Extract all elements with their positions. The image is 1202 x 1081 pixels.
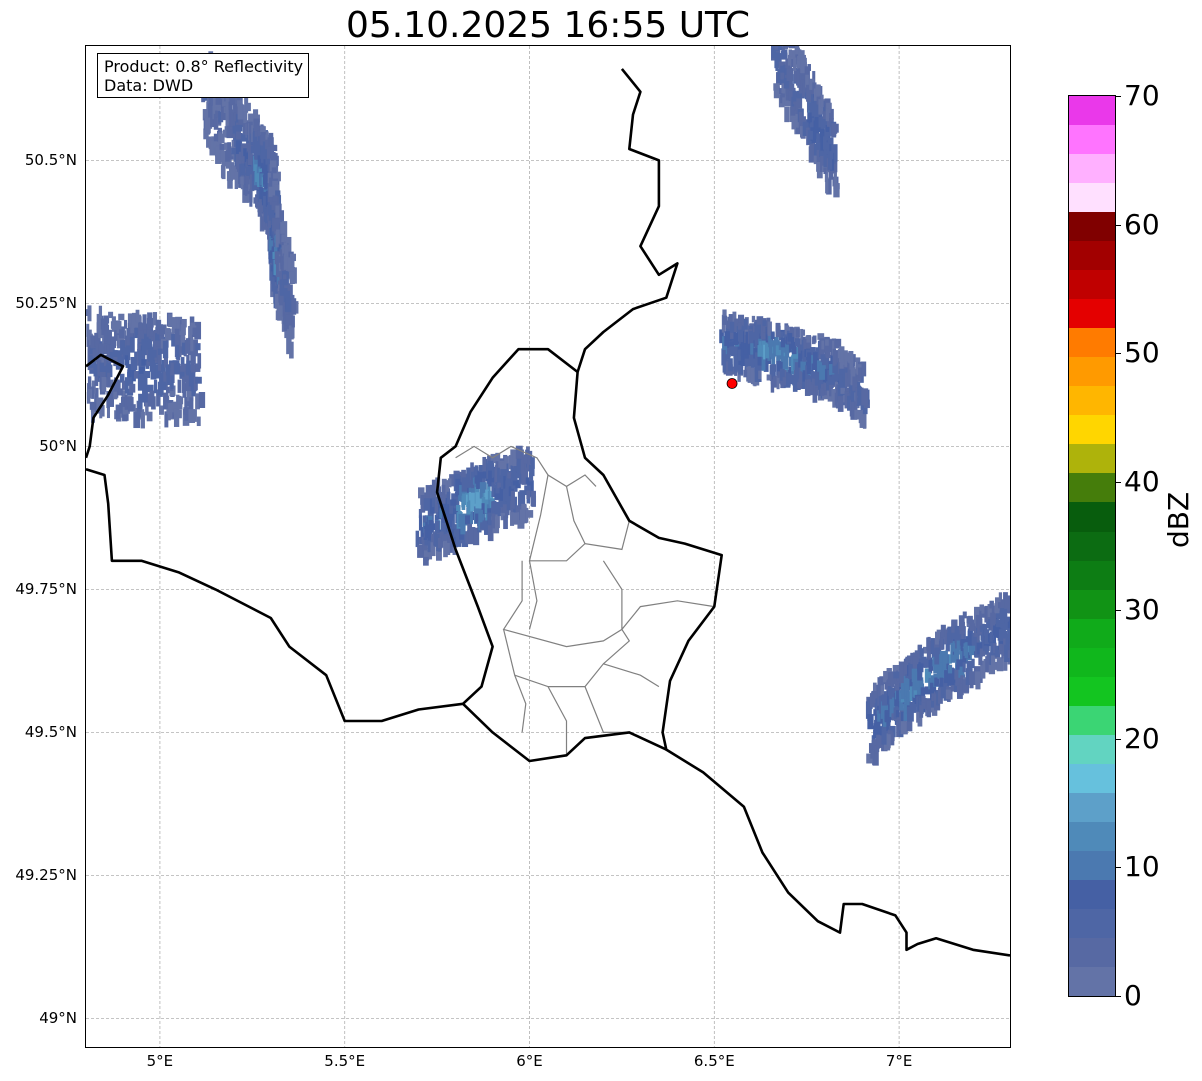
colorbar-segment-2 bbox=[1069, 908, 1115, 938]
colorbar-tick-mark-5 bbox=[1115, 353, 1121, 355]
colorbar-segment-1 bbox=[1069, 937, 1115, 967]
colorbar-segment-16 bbox=[1069, 502, 1115, 532]
colorbar-tick-label-5: 50 bbox=[1124, 336, 1160, 370]
colorbar-segment-28 bbox=[1069, 154, 1115, 184]
colorbar-tick-mark-6 bbox=[1115, 224, 1121, 226]
colorbar-segment-3 bbox=[1069, 879, 1115, 909]
echo-cell-4 bbox=[865, 592, 1010, 766]
colorbar-tick-label-0: 0 bbox=[1124, 979, 1142, 1012]
canton-boundary-10 bbox=[603, 629, 631, 665]
colorbar-segment-9 bbox=[1069, 705, 1115, 735]
echo-cell-3 bbox=[719, 309, 870, 429]
colorbar-segment-12 bbox=[1069, 618, 1115, 648]
colorbar-segment-0 bbox=[1069, 966, 1115, 996]
lat-tick-label-3: 49.75°N bbox=[15, 580, 77, 599]
radar-site-layer bbox=[726, 378, 738, 389]
colorbar-tick-label-3: 30 bbox=[1124, 593, 1160, 627]
lat-tick-label-5: 49.25°N bbox=[15, 866, 77, 885]
lat-tick-label-6: 49°N bbox=[39, 1009, 77, 1028]
radar-map[interactable] bbox=[85, 45, 1011, 1048]
map-title: 05.10.2025 16:55 UTC bbox=[345, 5, 751, 46]
colorbar-label: dBZ bbox=[1162, 491, 1195, 548]
colorbar-tick-label-1: 10 bbox=[1124, 850, 1160, 884]
colorbar-segment-5 bbox=[1069, 821, 1115, 851]
colorbar-segment-14 bbox=[1069, 560, 1115, 590]
colorbar-segment-10 bbox=[1069, 676, 1115, 706]
gridlines bbox=[86, 46, 1010, 1047]
echo-cell-2 bbox=[415, 445, 537, 566]
colorbar-tick-label-7: 70 bbox=[1124, 79, 1160, 112]
colorbar-segment-19 bbox=[1069, 415, 1115, 445]
lat-tick-label-1: 50.25°N bbox=[15, 294, 77, 313]
lon-tick-label-3: 6.5°E bbox=[693, 1052, 735, 1070]
colorbar-segment-26 bbox=[1069, 212, 1115, 242]
lon-tick-label-2: 6°E bbox=[516, 1052, 543, 1070]
colorbar-segment-25 bbox=[1069, 241, 1115, 271]
colorbar-segment-18 bbox=[1069, 444, 1115, 474]
colorbar-segment-22 bbox=[1069, 328, 1115, 358]
colorbar-segment-23 bbox=[1069, 299, 1115, 329]
radar-map-canvas bbox=[86, 46, 1010, 1047]
colorbar-segment-15 bbox=[1069, 531, 1115, 561]
canton-boundary-2 bbox=[565, 486, 586, 544]
canton-boundary-1 bbox=[528, 474, 630, 562]
echo-cell-5 bbox=[770, 46, 840, 198]
colorbar-segment-4 bbox=[1069, 850, 1115, 880]
colorbar-tick-label-2: 20 bbox=[1124, 721, 1160, 755]
canton-boundary-5 bbox=[602, 560, 623, 630]
lat-tick-label-4: 49.5°N bbox=[24, 723, 77, 742]
canton-boundary-3 bbox=[502, 560, 715, 648]
colorbar-tick-mark-3 bbox=[1115, 610, 1121, 612]
canton-boundary-9 bbox=[584, 663, 660, 688]
lon-tick-label-1: 5.5°E bbox=[324, 1052, 366, 1070]
colorbar-tick-mark-2 bbox=[1115, 738, 1121, 740]
country-border-1 bbox=[86, 468, 667, 763]
colorbar-segment-13 bbox=[1069, 589, 1115, 619]
colorbar-segment-17 bbox=[1069, 473, 1115, 503]
lat-tick-label-0: 50.5°N bbox=[24, 151, 77, 170]
country-borders bbox=[86, 68, 1010, 957]
colorbar-tick-label-4: 40 bbox=[1124, 464, 1160, 498]
lat-tick-label-2: 50°N bbox=[39, 437, 77, 456]
colorbar-tick-mark-1 bbox=[1115, 867, 1121, 869]
canton-boundary-7 bbox=[514, 674, 568, 756]
colorbar-segment-30 bbox=[1069, 96, 1115, 126]
colorbar bbox=[1068, 95, 1116, 997]
colorbar-segment-21 bbox=[1069, 357, 1115, 387]
lon-tick-label-4: 7°E bbox=[885, 1052, 913, 1070]
colorbar-tick-mark-0 bbox=[1115, 996, 1121, 997]
canton-boundary-4 bbox=[528, 560, 538, 630]
info-box: Product: 0.8° Reflectivity Data: DWD bbox=[97, 53, 310, 98]
colorbar-segment-6 bbox=[1069, 792, 1115, 822]
colorbar-segment-27 bbox=[1069, 183, 1115, 213]
echo-cell-1 bbox=[86, 305, 206, 429]
colorbar-segment-7 bbox=[1069, 763, 1115, 793]
colorbar-segment-20 bbox=[1069, 386, 1115, 416]
colorbar-segment-11 bbox=[1069, 647, 1115, 677]
radar-site-marker[interactable] bbox=[726, 378, 738, 389]
colorbar-tick-mark-4 bbox=[1115, 481, 1121, 483]
colorbar-segment-29 bbox=[1069, 125, 1115, 155]
reflectivity-echoes bbox=[86, 46, 1010, 766]
colorbar-tick-label-6: 60 bbox=[1124, 207, 1160, 241]
lon-tick-label-0: 5°E bbox=[146, 1052, 174, 1070]
country-border-2 bbox=[572, 68, 1010, 957]
data-source-label: Data: DWD bbox=[104, 76, 194, 95]
canton-boundary-6 bbox=[503, 629, 527, 733]
colorbar-segment-8 bbox=[1069, 734, 1115, 764]
product-label: Product: 0.8° Reflectivity bbox=[104, 57, 304, 76]
colorbar-segment-24 bbox=[1069, 270, 1115, 300]
colorbar-tick-mark-7 bbox=[1115, 96, 1121, 97]
